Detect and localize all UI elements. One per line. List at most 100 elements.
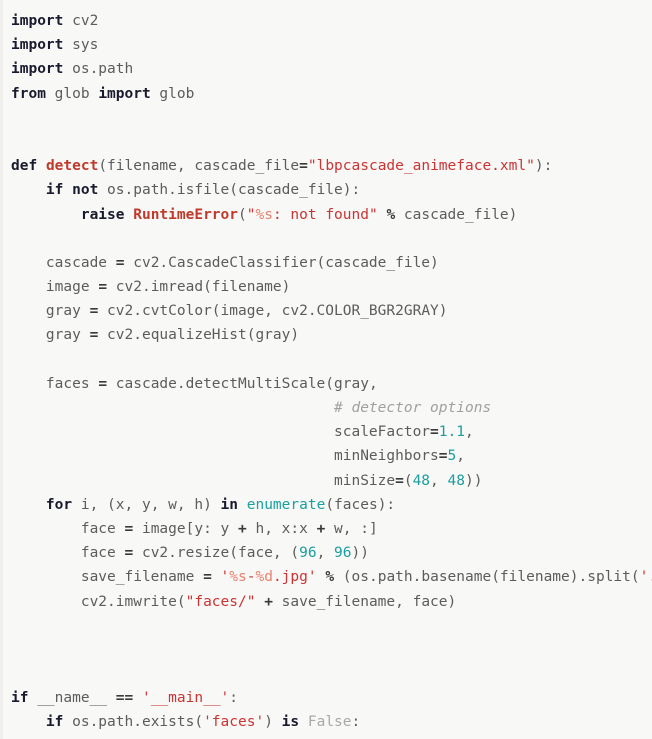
code-token-op: = [438, 448, 448, 465]
code-token-op: = [98, 375, 108, 392]
code-token-txt: faces [11, 375, 99, 392]
code-token-op: + [264, 593, 273, 610]
code-line: save_filename = '%s-%d.jpg' % (os.path.b… [3, 565, 652, 589]
code-line: if not os.path.isfile(cascade_file): [3, 178, 652, 202]
code-line: # detector options [3, 396, 652, 420]
code-token-txt: image[y: y [133, 520, 238, 537]
code-line: from glob import glob [3, 82, 652, 106]
code-token-fmt: %d [255, 569, 273, 586]
code-line: import cv2 [3, 9, 652, 33]
code-token-txt: h, x:x [246, 520, 317, 537]
code-line: cascade = cv2.CascadeClassifier(cascade_… [3, 251, 652, 275]
code-token-num: 48 [412, 472, 431, 489]
code-token-kw: import [11, 61, 64, 78]
code-token-txt: cv2.cvtColor(image, cv2.COLOR_BGR2GRAY) [98, 303, 448, 320]
code-token-num: 96 [334, 545, 352, 562]
code-token-kw: if [11, 690, 29, 707]
code-token-txt: gray [11, 303, 90, 320]
code-token-txt: cv2.CascadeClassifier(cascade_file) [124, 254, 439, 271]
code-token-op: % [325, 569, 335, 586]
code-token-str: .jpg' [272, 569, 317, 586]
code-token-op: % [386, 206, 396, 223]
code-token-op: = [89, 303, 99, 320]
code-token-str: '__main__' [141, 690, 230, 707]
code-line: cv2.imwrite("faces/" + save_filename, fa… [3, 590, 652, 614]
code-token-str: : not found" [272, 206, 378, 223]
code-token-txt: gray [11, 327, 90, 344]
code-token-txt: cv2 [63, 13, 99, 29]
code-token-str: "lbpcascade_animeface.xml" [307, 158, 535, 175]
code-token-txt: w, :] [325, 520, 378, 537]
code-token-txt: , [316, 545, 335, 562]
code-token-kw: in [220, 496, 238, 513]
code-token-txt: glob [45, 85, 99, 102]
code-token-op: + [238, 520, 247, 537]
code-token-txt: face [11, 545, 125, 562]
code-line: minNeighbors=5, [3, 444, 652, 468]
code-token-op: = [98, 279, 108, 296]
code-line: gray = cv2.cvtColor(image, cv2.COLOR_BGR… [3, 299, 652, 323]
code-token-txt: : [229, 690, 239, 707]
code-token-str: "faces/" [185, 593, 256, 610]
code-token-txt: os.path.exists( [63, 714, 204, 731]
code-token-op: = [89, 327, 99, 344]
code-token-const: False [307, 714, 352, 731]
code-line: face = image[y: y + h, x:x + w, :] [3, 517, 652, 541]
code-token-txt: ) [264, 714, 282, 731]
code-line: gray = cv2.equalizeHist(gray) [3, 323, 652, 347]
code-line: image = cv2.imread(filename) [3, 275, 652, 299]
code-token-txt: os.path.isfile(cascade_file): [98, 182, 361, 199]
code-token-txt: os.path [63, 61, 134, 78]
code-line: import sys [3, 33, 652, 57]
code-line: for i, (x, y, w, h) in enumerate(faces): [3, 493, 652, 517]
code-token-op: == [115, 690, 134, 707]
code-listing-panel: import cv2 import sys import os.path from g… [0, 0, 652, 739]
code-token-num: 1.1 [438, 424, 465, 441]
code-line: faces = cascade.detectMultiScale(gray, [3, 372, 652, 396]
code-token-kw: not [72, 182, 99, 199]
code-token-txt: ( [403, 472, 413, 489]
code-line: minSize=(48, 48)) [3, 469, 652, 493]
code-line: import os.path [3, 57, 652, 81]
code-token-txt: face [11, 520, 125, 537]
code-token-num: 5 [447, 448, 457, 465]
code-token-txt: (filename, cascade_file [98, 158, 300, 175]
code-token-str: ' [220, 569, 230, 586]
code-token-txt: : [351, 714, 361, 731]
code-token-txt: sys [63, 37, 99, 54]
code-token-num: 96 [299, 545, 317, 562]
code-token-txt: , [456, 448, 465, 465]
code-token-kw: if [45, 182, 64, 199]
code-token-txt: cv2.resize(face, ( [133, 545, 300, 562]
code-line: face = cv2.resize(face, (96, 96)) [3, 541, 652, 565]
code-token-txt: , [430, 472, 448, 489]
code-token-txt: (os.path.basename(filename).split( [334, 569, 640, 586]
code-line: if os.path.exists('faces') is False: [3, 710, 652, 734]
code-token-txt: __name__ [28, 690, 116, 707]
code-token-kw: raise [80, 206, 125, 223]
code-token-num: 48 [447, 472, 465, 489]
code-token-str: 'faces' [203, 714, 265, 731]
code-token-kw: import [11, 37, 64, 54]
code-token-txt: cv2.imwrite( [11, 593, 186, 610]
code-token-op: = [203, 569, 212, 586]
code-token-txt: )) [464, 472, 483, 489]
code-token-str: '.' [639, 569, 652, 586]
code-token-txt: cascade_file) [395, 206, 518, 223]
code-token-op: = [299, 158, 308, 175]
code-token-txt: minNeighbors [11, 448, 439, 465]
code-token-op: = [395, 472, 404, 489]
code-token-exc: RuntimeError [133, 206, 238, 223]
code-token-txt: i, (x, y, w, h) [72, 496, 221, 513]
code-token-txt: cv2.equalizeHist(gray) [98, 327, 300, 344]
